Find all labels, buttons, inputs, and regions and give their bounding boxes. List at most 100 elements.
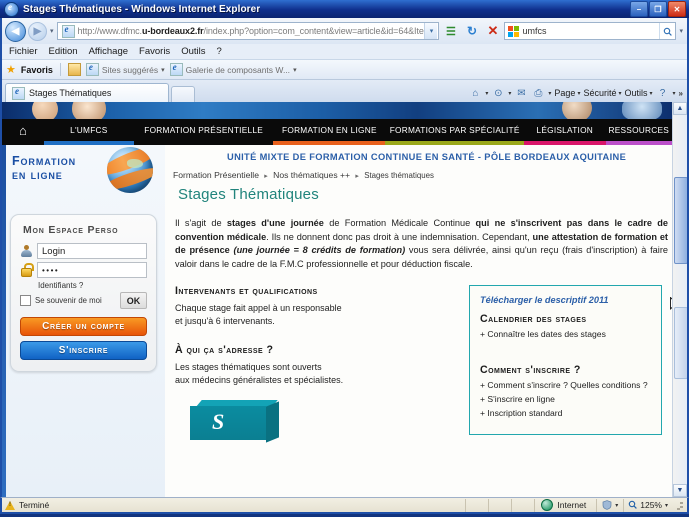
breadcrumb-item-2[interactable]: Nos thématiques ++ [273,170,350,180]
nav-item-formation-en-ligne[interactable]: FORMATION EN LIGNE [273,119,385,141]
nav-home-button[interactable]: ⌂ [2,124,44,137]
security-zone[interactable]: Internet [534,498,596,512]
protected-mode-indicator[interactable]: ▾ [596,498,623,512]
minimize-button[interactable]: – [630,1,648,17]
stop-icon[interactable]: ✕ [483,22,502,41]
forward-button[interactable]: ▶ [28,21,47,41]
menu-item-affichage[interactable]: Affichage [89,46,128,57]
login-input[interactable]: Login [37,243,147,259]
banner-figure [622,102,662,119]
magnifier-glyph [664,27,673,36]
resize-grip[interactable] [674,500,684,510]
nav-item-legislation[interactable]: LÉGISLATION [524,119,606,141]
feeds-dropdown-icon[interactable]: ▾ [508,90,511,97]
command-securite-menu[interactable]: Sécurité ▾ [583,88,621,98]
scrollbar-thumb-secondary[interactable] [674,307,687,379]
menu-item-help[interactable]: ? [216,46,221,57]
search-dropdown-icon[interactable]: ▾ [679,27,683,35]
favorite-item-galerie[interactable]: Galerie de composants W... ▾ [169,62,297,76]
remember-me-checkbox[interactable] [20,295,31,306]
maximize-button[interactable]: ❐ [649,1,667,17]
chevron-down-icon[interactable]: ▾ [161,66,165,74]
chevron-down-icon[interactable]: ▾ [293,66,297,74]
help-dropdown-icon[interactable]: ▾ [673,90,676,97]
command-outils-menu[interactable]: Outils ▾ [625,88,653,98]
compatibility-view-icon[interactable]: ☰ [441,22,460,41]
favorites-label[interactable]: Favoris [21,65,53,75]
nav-item-ressources[interactable]: RESSOURCES [606,119,672,141]
window-controls: – ❐ ✕ [630,1,687,17]
print-icon[interactable]: ⎙ [531,86,545,100]
favorites-bar: ★ Favoris Sites suggérés ▾ Galerie de co… [2,59,687,80]
command-outils-label: Outils [624,88,648,98]
site-main-nav: ⌂ L'UMFCS FORMATION PRÉSENTIELLE FORMATI… [2,119,672,141]
command-page-menu[interactable]: Page ▾ [554,88,580,98]
nav-item-formations-par-specialite[interactable]: FORMATIONS PAR SPÉCIALITÉ [385,119,524,141]
command-securite-label: Sécurité [583,88,617,98]
new-tab-button[interactable] [171,86,195,102]
help-icon[interactable]: ? [656,86,670,100]
cube-side-face [266,401,279,443]
back-button[interactable]: ◀ [5,20,26,42]
home-dropdown-icon[interactable]: ▾ [485,90,488,97]
home-icon[interactable]: ⌂ [468,86,482,100]
overflow-icon[interactable]: » [679,89,683,98]
menu-item-edition[interactable]: Edition [49,46,78,57]
lock-icon [20,263,34,277]
chevron-down-icon: ▾ [649,90,653,97]
site-header-title: UNITÉ MIXTE DE FORMATION CONTINUE EN SAN… [227,152,627,162]
download-descriptif-link[interactable]: Télécharger le descriptif 2011 [480,295,651,305]
favorites-star-icon[interactable]: ★ [6,63,16,76]
text-adresse: Les stages thématiques sont ouverts aux … [175,361,463,386]
zoom-level: 125% [640,500,662,510]
text-line: Les stages thématiques sont ouverts [175,362,322,372]
scroll-down-button[interactable]: ▼ [673,484,687,497]
search-go-icon[interactable] [659,23,675,39]
link-inscription-standard[interactable]: + Inscription standard [480,408,651,418]
signup-button[interactable]: S'inscrire [20,341,147,360]
link-sinscrire-en-ligne[interactable]: + S'inscrire en ligne [480,394,651,404]
history-dropdown-icon[interactable]: ▾ [50,27,54,35]
menu-item-favoris[interactable]: Favoris [139,46,170,57]
window-title: Stages Thématiques - Windows Internet Ex… [23,3,261,15]
chevron-down-icon[interactable]: ▾ [615,502,618,509]
scroll-up-button[interactable]: ▲ [673,102,687,115]
menu-item-fichier[interactable]: Fichier [9,46,38,57]
refresh-icon[interactable]: ↻ [462,22,481,41]
address-dropdown-icon[interactable]: ▾ [424,23,438,39]
user-icon [20,244,33,258]
breadcrumb-item-1[interactable]: Formation Présentielle [173,170,259,180]
sidebar-brand: Formation en ligne [2,145,165,210]
link-connaitre-dates[interactable]: + Connaître les dates des stages [480,329,651,339]
identifiants-link[interactable]: Identifiants ? [38,281,147,290]
intro-paragraph: Il s'agit de stages d'une journée de For… [165,203,672,271]
site-sidebar: Formation en ligne Mon Espace Perso Logi… [2,145,165,497]
address-bar[interactable]: http://www.dfmc.u-bordeaux2.fr/index.php… [56,22,440,40]
read-mail-icon[interactable]: ✉ [514,86,528,100]
nav-item-formation-presentielle[interactable]: FORMATION PRÉSENTIELLE [134,119,274,141]
tab-stages-thematiques[interactable]: Stages Thématiques [5,83,169,102]
warning-icon [5,500,15,510]
add-favorite-icon[interactable] [67,63,81,76]
scrollbar-thumb[interactable] [674,177,687,264]
link-comment-sinscrire[interactable]: + Comment s'inscrire ? Quelles condition… [480,380,651,390]
menu-item-outils[interactable]: Outils [181,46,205,57]
nav-item-lumfcs[interactable]: L'UMFCS [44,119,134,141]
main-column: UNITÉ MIXTE DE FORMATION CONTINUE EN SAN… [165,145,672,497]
search-box[interactable]: umfcs [504,22,677,40]
create-account-button[interactable]: Créer un compte [20,317,147,336]
favorites-divider [59,63,61,76]
favorite-item-sites-suggeres[interactable]: Sites suggérés ▾ [85,62,165,76]
chevron-down-icon[interactable]: ▾ [665,502,668,509]
ok-button[interactable]: OK [120,292,147,309]
zoom-control[interactable]: 125% ▾ [623,498,672,512]
close-button[interactable]: ✕ [668,1,686,17]
password-input[interactable]: •••• [37,262,147,278]
address-bar-value: http://www.dfmc.u-bordeaux2.fr/index.php… [77,26,425,36]
print-dropdown-icon[interactable]: ▾ [548,90,551,97]
cube-front-face [190,406,266,440]
page-scrollbar[interactable]: ▲ ▼ [672,102,687,497]
command-page-label: Page [554,88,576,98]
feeds-icon[interactable]: ⊙ [491,86,505,100]
